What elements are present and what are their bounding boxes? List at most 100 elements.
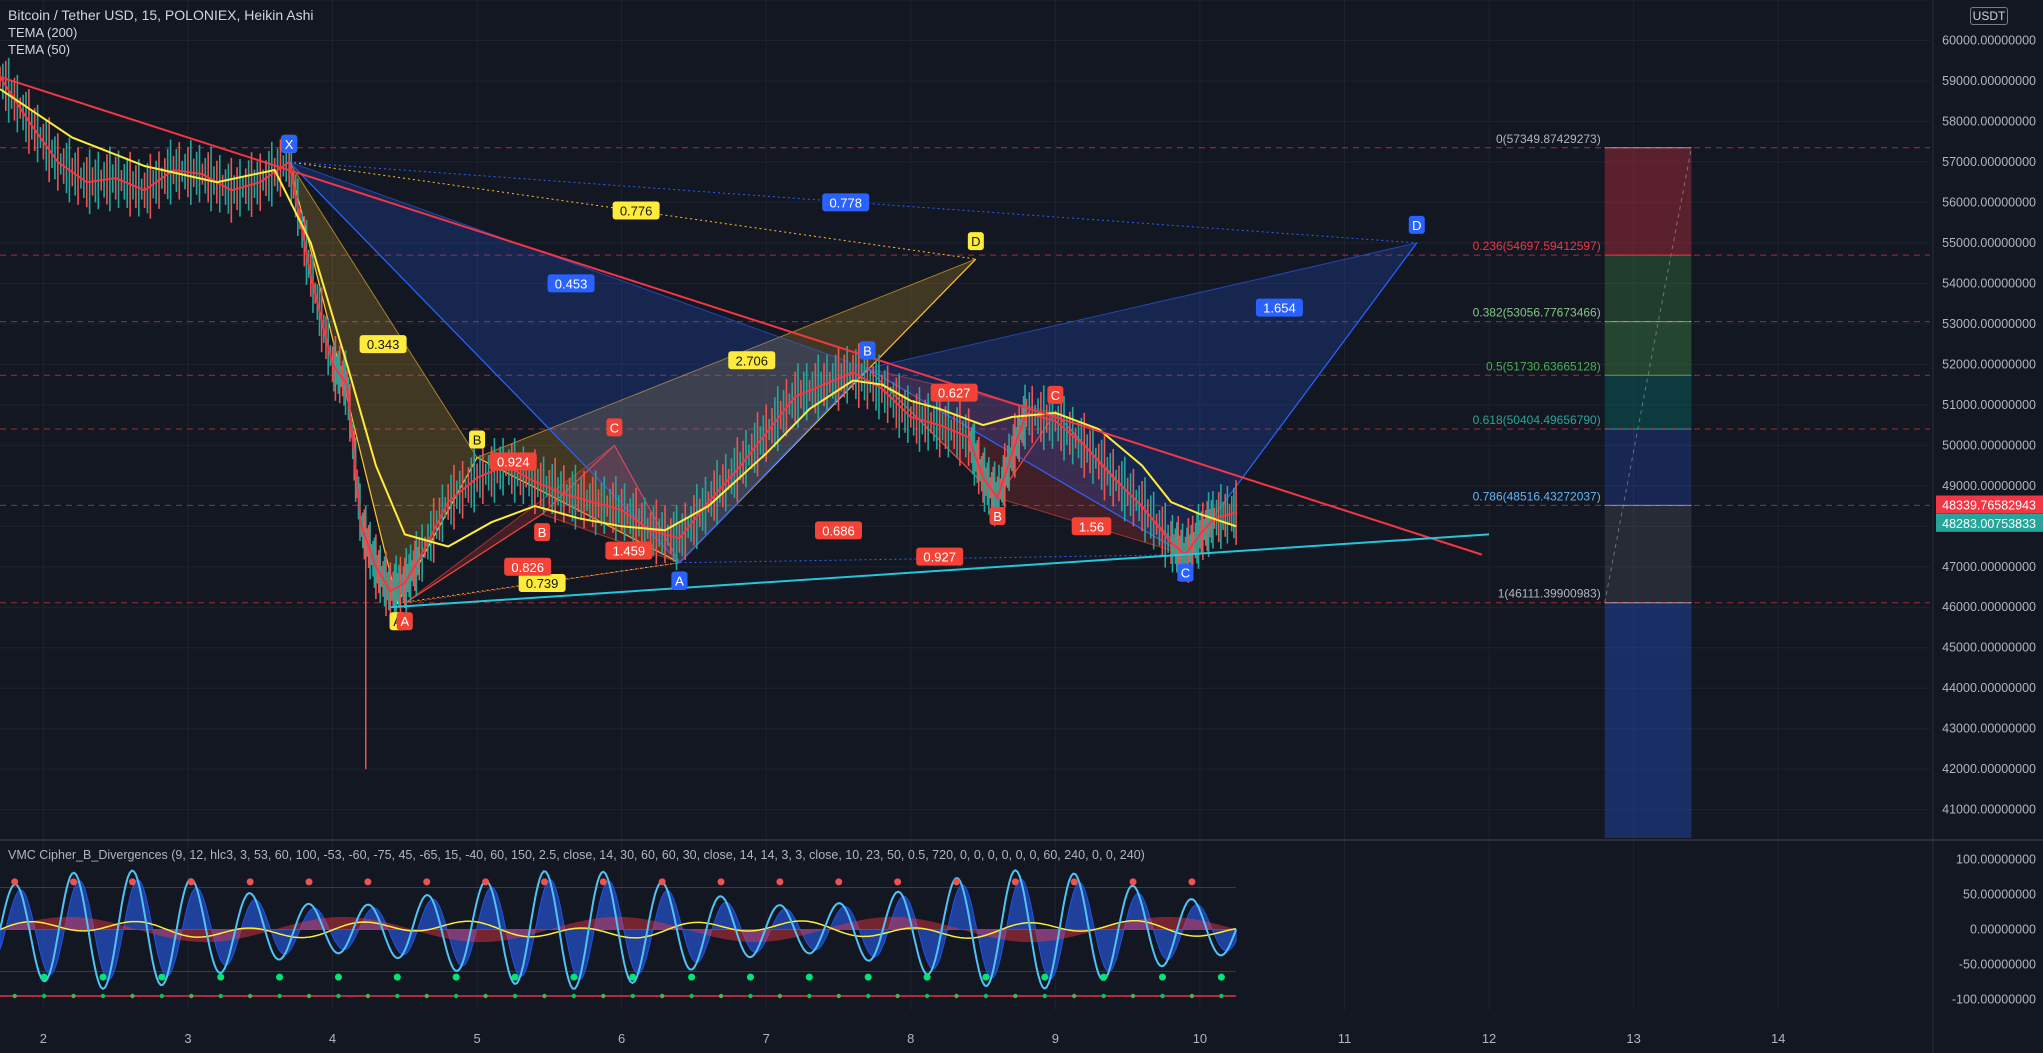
osc-tick-label: -100.00000000 xyxy=(1952,993,2036,1007)
cross-dot xyxy=(746,973,754,981)
signal-dot xyxy=(601,993,606,999)
fib-zone xyxy=(1604,147,1692,256)
fib-zone xyxy=(1604,255,1692,322)
cross-dot xyxy=(540,878,548,886)
price-tick-label: 41000.00000000 xyxy=(1942,803,2036,817)
point-label: C xyxy=(610,420,619,435)
cross-dot xyxy=(217,973,225,981)
point-label: A xyxy=(675,574,684,589)
price-chart[interactable]: 0.343 0.739 2.706 0.776 X A B C D 0.627 1.56 0.686 0… xyxy=(0,0,2043,1053)
price-tick-label: 58000.00000000 xyxy=(1942,114,2036,128)
ratio-label: 0.343 xyxy=(367,337,400,352)
ratio-label: 1.654 xyxy=(1263,301,1296,316)
price-tick-label: 59000.00000000 xyxy=(1942,74,2036,88)
cross-dot xyxy=(1011,878,1019,886)
time-axis: 2 3 4 5 6 7 8 9 10 11 12 13 14 xyxy=(40,1031,1786,1046)
signal-dot xyxy=(983,993,989,999)
last-price-badge: 48339.76582943 xyxy=(1942,499,2036,513)
point-label: X xyxy=(285,137,294,152)
cross-dot xyxy=(40,973,48,981)
ratio-label: 1.459 xyxy=(613,544,646,559)
cross-dot xyxy=(864,973,872,981)
cross-dot xyxy=(1217,973,1225,981)
price-tick-label: 43000.00000000 xyxy=(1942,722,2036,736)
signal-dot xyxy=(836,993,841,999)
fib-level-label: 0.236(54697.59412597) xyxy=(1473,239,1601,253)
price-tick-label: 45000.00000000 xyxy=(1942,641,2036,655)
price-tick-label: 51000.00000000 xyxy=(1942,398,2036,412)
cross-dot xyxy=(982,973,990,981)
point-label: D xyxy=(971,234,980,249)
signal-dot xyxy=(218,993,223,999)
signal-dot xyxy=(924,993,930,999)
cross-dot xyxy=(334,973,342,981)
cross-dot xyxy=(158,973,166,981)
oscillator-title[interactable]: VMC Cipher_B_Divergences (9, 12, hlc3, 3… xyxy=(8,848,1145,862)
cross-dot xyxy=(128,878,136,886)
signal-dot xyxy=(12,993,17,999)
signal-dot xyxy=(100,993,106,999)
signal-dot xyxy=(1101,993,1106,999)
signal-dot xyxy=(336,993,341,999)
price-axis: 41000.00000000 42000.00000000 43000.000000… xyxy=(1936,33,2043,817)
cross-dot xyxy=(364,878,372,886)
cross-dot xyxy=(1070,878,1078,886)
point-label: C xyxy=(1051,388,1060,403)
signal-dot xyxy=(277,993,282,999)
signal-dot xyxy=(1042,993,1047,999)
tema-50-legend[interactable]: TEMA (50) xyxy=(8,42,70,57)
price-tick-label: 52000.00000000 xyxy=(1942,357,2036,371)
ratio-label: 2.706 xyxy=(735,353,768,368)
signal-dot xyxy=(1160,993,1165,999)
cross-dot xyxy=(688,973,696,981)
signal-dot xyxy=(159,993,165,999)
price-tick-label: 50000.00000000 xyxy=(1942,438,2036,452)
osc-tick-label: -50.00000000 xyxy=(1959,958,2036,972)
cross-dot xyxy=(1188,878,1196,886)
ratio-label: 0.778 xyxy=(829,195,862,210)
time-tick-label: 7 xyxy=(763,1031,770,1046)
signal-dot xyxy=(1219,993,1224,999)
price-tick-label: 49000.00000000 xyxy=(1942,479,2036,493)
ratio-label: 0.453 xyxy=(555,276,588,291)
price-tick-label: 55000.00000000 xyxy=(1942,236,2036,250)
ratio-label: 0.627 xyxy=(938,386,971,401)
price-tick-label: 57000.00000000 xyxy=(1942,155,2036,169)
fib-level-label: 0(57349.87429273) xyxy=(1496,132,1601,146)
signal-dot xyxy=(895,993,900,999)
cross-dot xyxy=(776,878,784,886)
cross-dot xyxy=(482,878,490,886)
price-tick-label: 46000.00000000 xyxy=(1942,600,2036,614)
time-tick-label: 11 xyxy=(1338,1031,1352,1046)
currency-unit-badge[interactable]: USDT xyxy=(1970,7,2008,25)
fib-zone xyxy=(1604,428,1692,506)
cross-dot xyxy=(658,878,666,886)
signal-dot xyxy=(1189,993,1195,999)
fib-level-label: 1(46111.39900983) xyxy=(1498,587,1601,601)
time-tick-label: 8 xyxy=(907,1031,914,1046)
osc-tick-label: 0.00000000 xyxy=(1970,923,2036,937)
cross-dot xyxy=(511,973,519,981)
point-label: B xyxy=(538,525,547,540)
point-label: D xyxy=(1412,218,1421,233)
signal-dot xyxy=(453,993,459,999)
signal-dot xyxy=(571,993,577,999)
long-position-box xyxy=(1604,147,1692,838)
symbol-title[interactable]: Bitcoin / Tether USD, 15, POLONIEX, Heik… xyxy=(8,7,314,23)
price-tick-label: 56000.00000000 xyxy=(1942,195,2036,209)
price-tick-label: 42000.00000000 xyxy=(1942,762,2036,776)
signal-dot xyxy=(1013,993,1018,999)
point-label: C xyxy=(1181,566,1190,581)
cross-dot xyxy=(99,973,107,981)
time-tick-label: 13 xyxy=(1626,1031,1640,1046)
time-tick-label: 5 xyxy=(473,1031,480,1046)
support-trendline xyxy=(390,533,1490,609)
ratio-label: 0.686 xyxy=(822,523,855,538)
point-label: B xyxy=(993,509,1002,524)
signal-dot xyxy=(1130,993,1136,999)
osc-tick-label: 50.00000000 xyxy=(1963,888,2036,902)
ratio-label: 0.927 xyxy=(923,550,956,565)
signal-dot xyxy=(659,993,665,999)
tema-200-legend[interactable]: TEMA (200) xyxy=(8,25,77,40)
signal-dot xyxy=(424,993,429,999)
